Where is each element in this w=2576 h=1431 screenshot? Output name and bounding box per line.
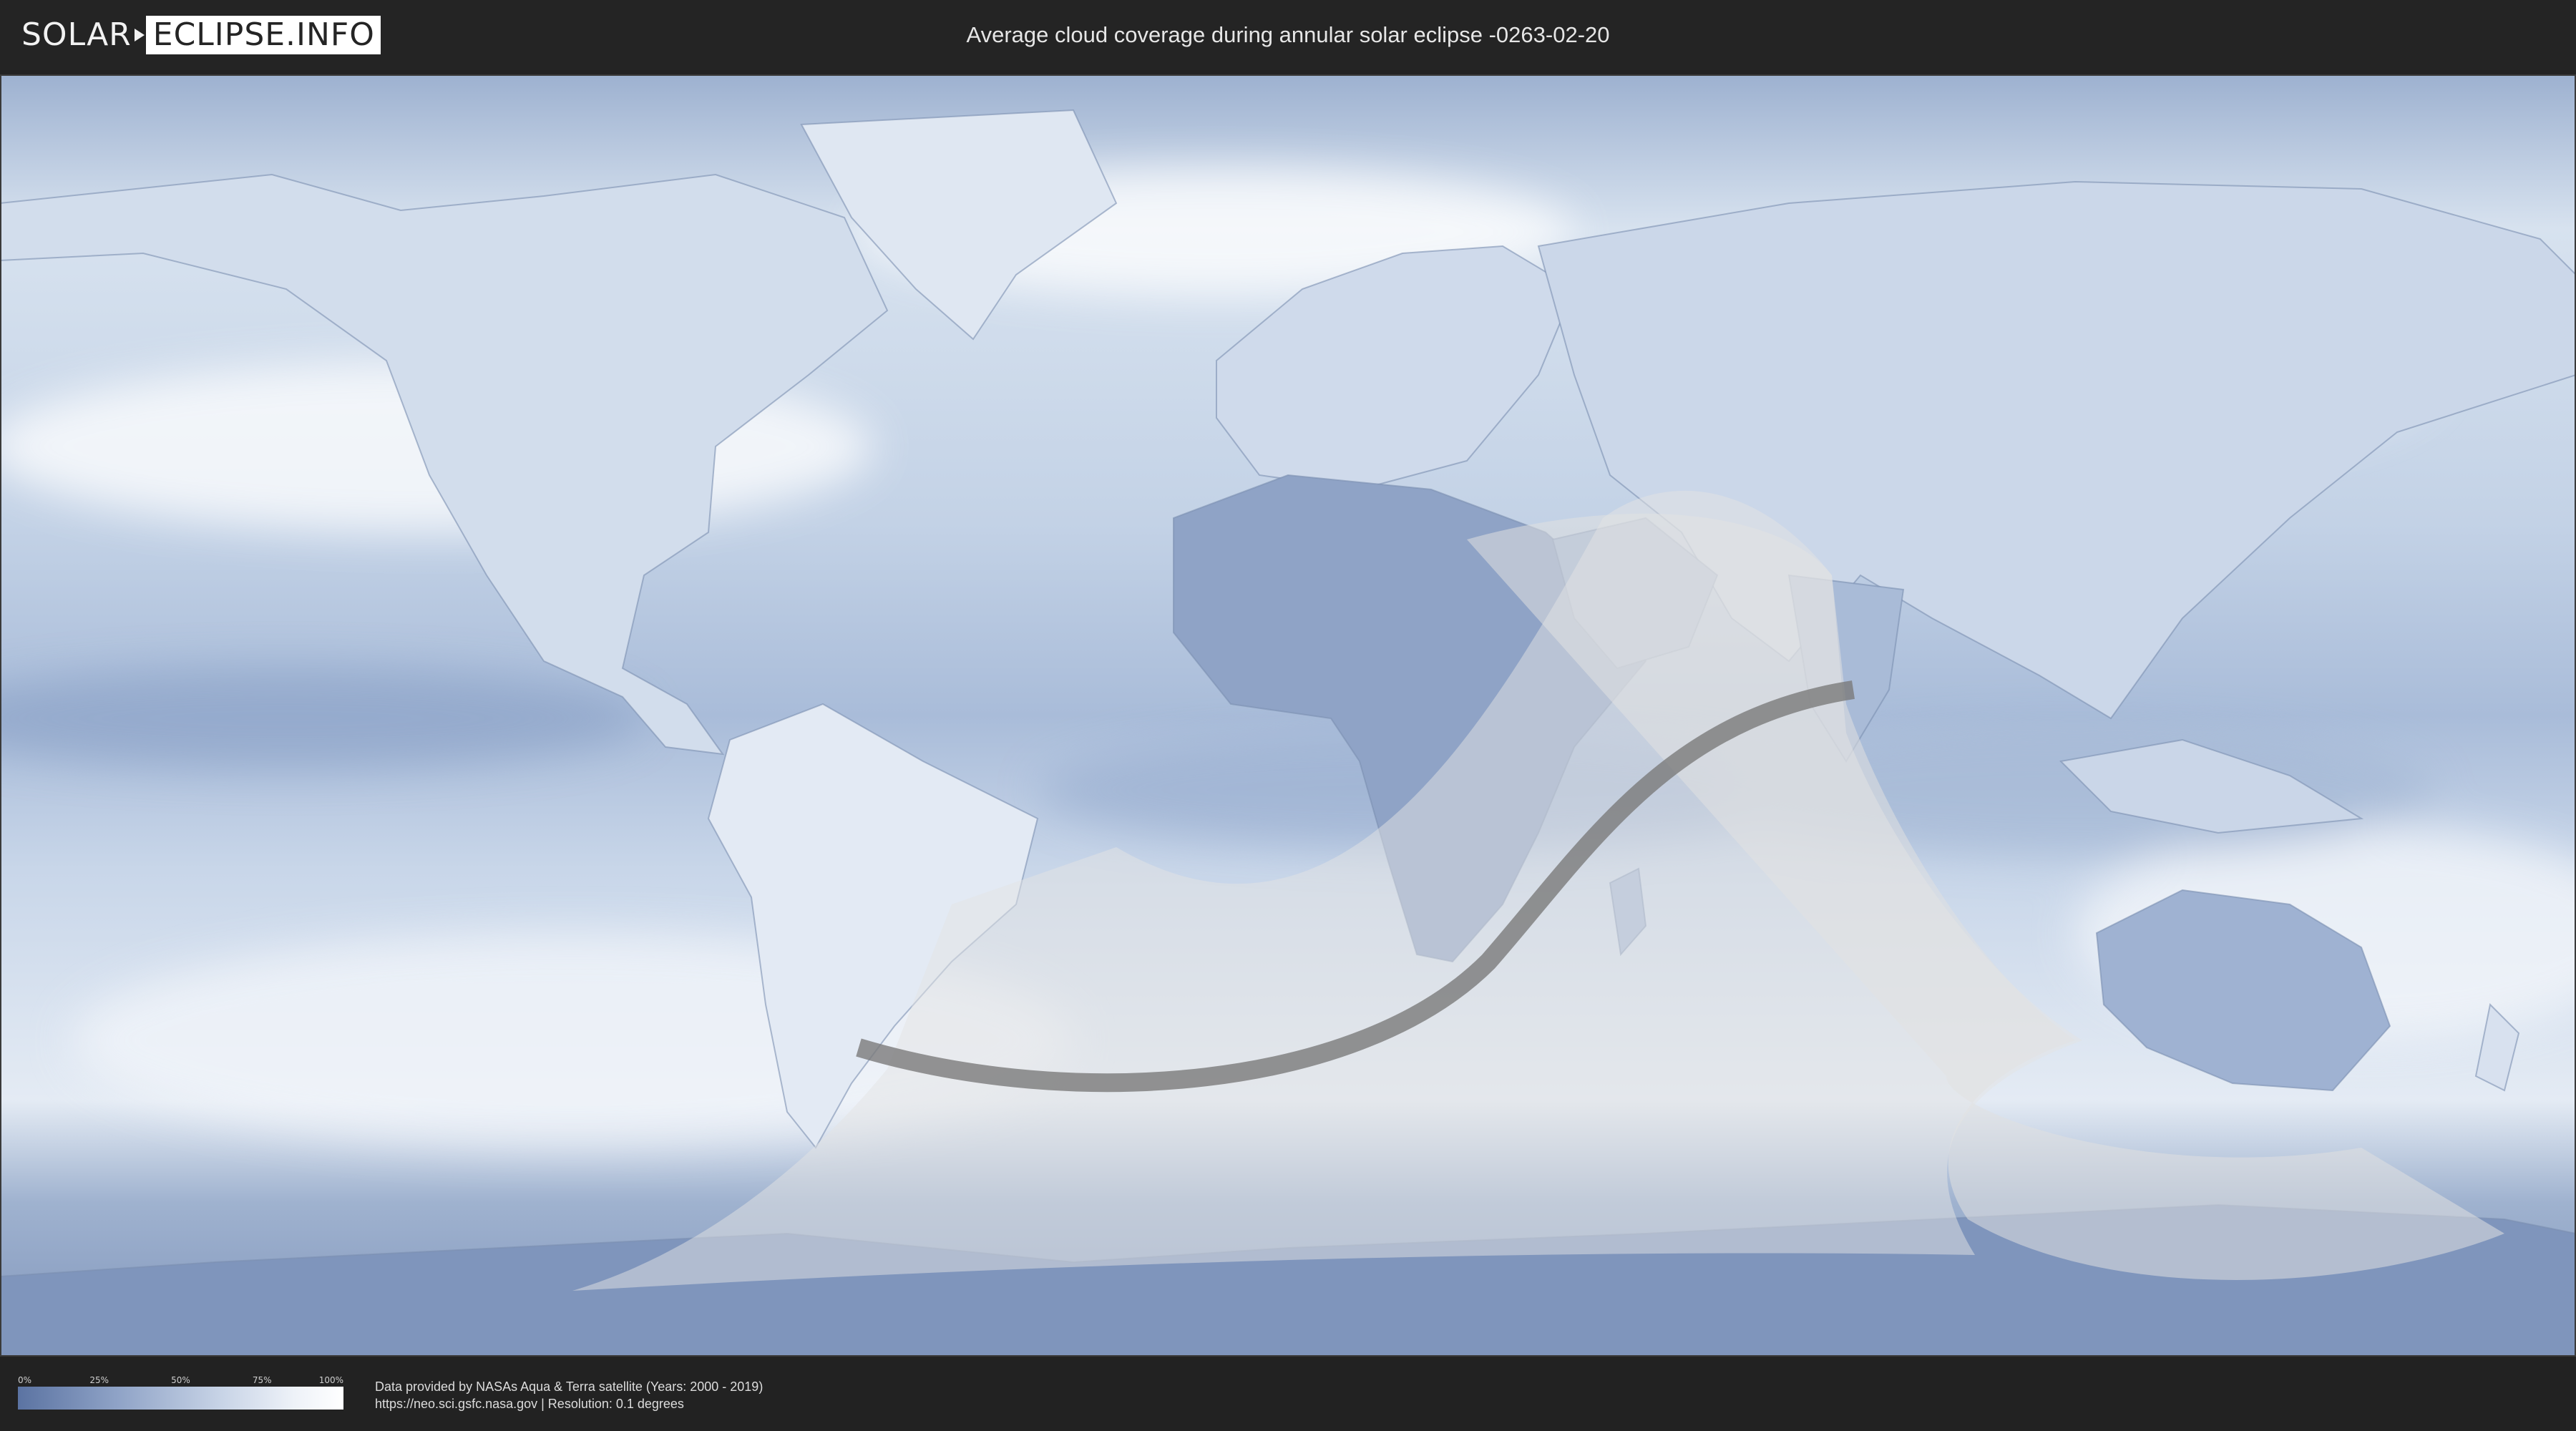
legend-tick-75: 75%: [252, 1375, 272, 1385]
legend-gradient-bar: [18, 1387, 343, 1410]
legend-ticks: 0% 25% 50% 75% 100%: [18, 1375, 343, 1387]
page-title: Average cloud coverage during annular so…: [966, 22, 1610, 47]
credits-url: https://neo.sci.gsfc.nasa.gov | Resoluti…: [375, 1397, 684, 1411]
cloud-coverage-legend: 0% 25% 50% 75% 100%: [18, 1375, 343, 1410]
data-credits: Data provided by NASAs Aqua & Terra sate…: [375, 1378, 763, 1412]
credits-source: Data provided by NASAs Aqua & Terra sate…: [375, 1379, 763, 1394]
cloud-coverage-map[interactable]: [0, 74, 2576, 1357]
legend-tick-50: 50%: [171, 1375, 190, 1385]
header-bar: SOLAR ECLIPSE.INFO Average cloud coverag…: [0, 0, 2576, 70]
legend-tick-100: 100%: [318, 1375, 343, 1385]
legend-tick-25: 25%: [89, 1375, 109, 1385]
legend-tick-0: 0%: [18, 1375, 32, 1385]
